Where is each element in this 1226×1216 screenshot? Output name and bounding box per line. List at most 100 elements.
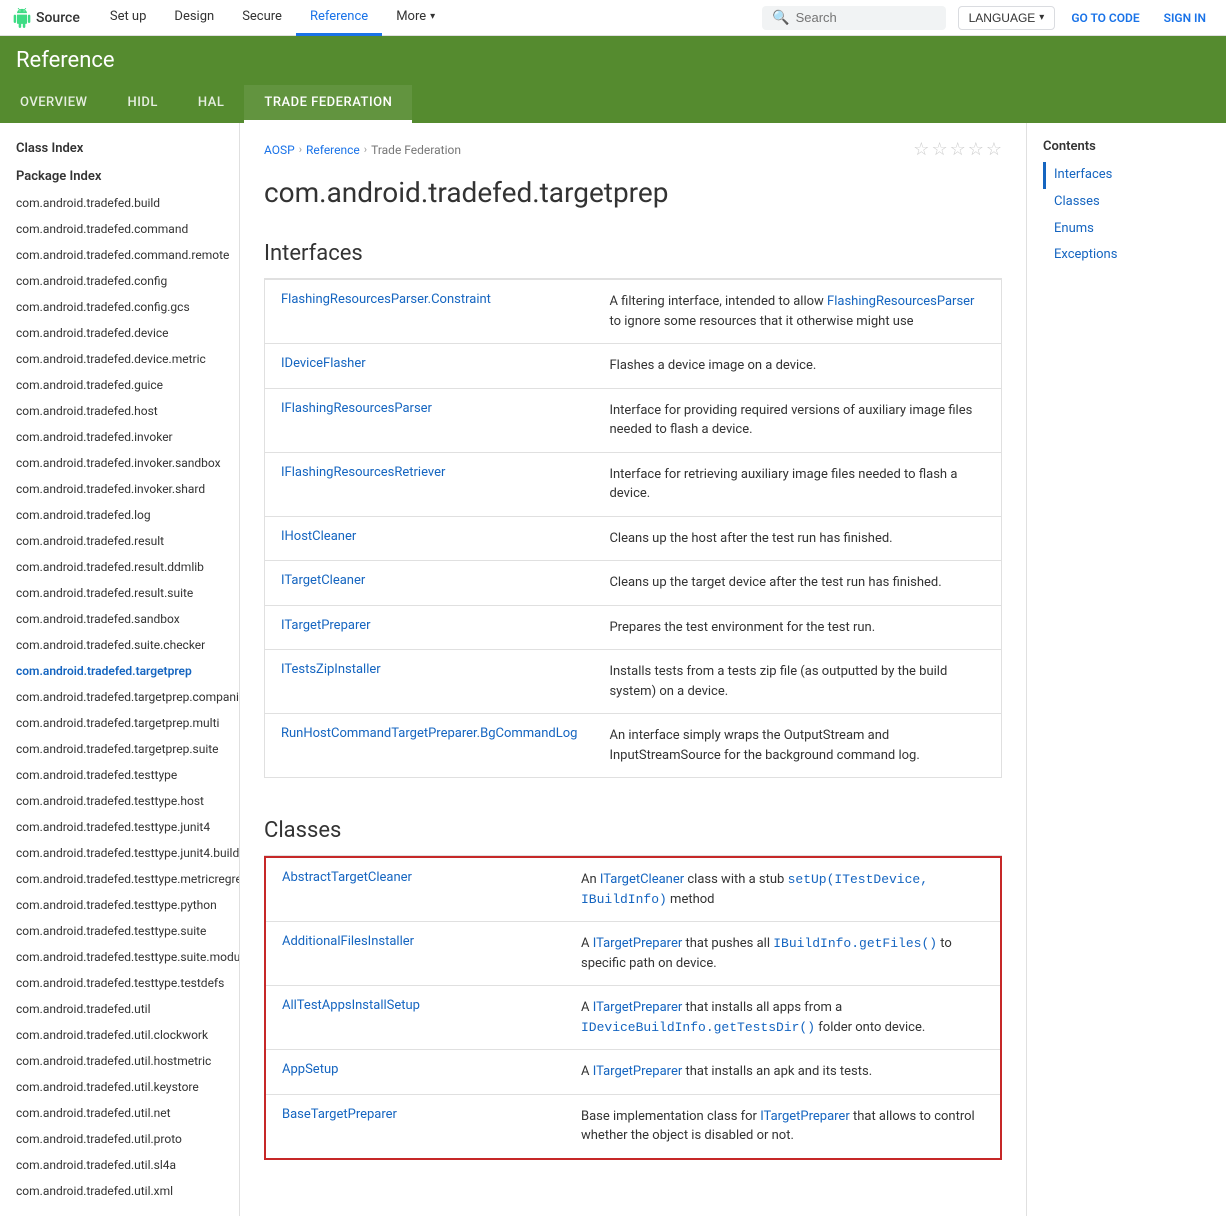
sidebar-item-11[interactable]: com.android.tradefed.invoker.shard: [0, 476, 239, 502]
sidebar-item-14[interactable]: com.android.tradefed.result.ddmlib: [0, 554, 239, 580]
class-desc-1: A ITargetPreparer that pushes all IBuild…: [565, 922, 1001, 986]
class-desc-itargetpreparer-4[interactable]: ITargetPreparer: [760, 1109, 850, 1124]
class-desc-getfiles[interactable]: IBuildInfo.getFiles(): [773, 936, 937, 951]
interface-link-5[interactable]: ITargetCleaner: [281, 573, 365, 588]
sidebar-item-3[interactable]: com.android.tradefed.config: [0, 268, 239, 294]
sidebar-item-4[interactable]: com.android.tradefed.config.gcs: [0, 294, 239, 320]
interface-link-0[interactable]: FlashingResourcesParser.Constraint: [281, 292, 491, 307]
sidebar-item-0[interactable]: com.android.tradefed.build: [0, 190, 239, 216]
class-desc-itargetpreparer-1[interactable]: ITargetPreparer: [593, 936, 683, 951]
sidebar-item-29[interactable]: com.android.tradefed.testtype.testdefs: [0, 970, 239, 996]
sidebar-item-13[interactable]: com.android.tradefed.result: [0, 528, 239, 554]
sidebar-item-22[interactable]: com.android.tradefed.testtype.host: [0, 788, 239, 814]
sidebar-item-33[interactable]: com.android.tradefed.util.keystore: [0, 1074, 239, 1100]
sign-in-button[interactable]: SIGN IN: [1156, 11, 1214, 25]
sidebar-item-8[interactable]: com.android.tradefed.host: [0, 398, 239, 424]
table-row: AllTestAppsInstallSetup A ITargetPrepare…: [265, 986, 1001, 1050]
sidebar-item-20[interactable]: com.android.tradefed.targetprep.suite: [0, 736, 239, 762]
class-link-1[interactable]: AdditionalFilesInstaller: [282, 934, 414, 949]
classes-heading: Classes: [264, 802, 1002, 856]
sidebar-item-23[interactable]: com.android.tradefed.testtype.junit4: [0, 814, 239, 840]
class-desc-itargetcleaner[interactable]: ITargetCleaner: [600, 872, 684, 887]
sidebar: Class Index Package Index com.android.tr…: [0, 123, 240, 1216]
class-desc-itargetpreparer-3[interactable]: ITargetPreparer: [593, 1064, 683, 1079]
nav-setup[interactable]: Set up: [96, 0, 161, 36]
contents-enums[interactable]: Enums: [1043, 216, 1226, 243]
interface-desc-4: Cleans up the host after the test run ha…: [593, 516, 1001, 561]
nav-reference[interactable]: Reference: [296, 0, 382, 36]
sidebar-item-2[interactable]: com.android.tradefed.command.remote: [0, 242, 239, 268]
go-to-code-button[interactable]: GO TO CODE: [1063, 11, 1147, 25]
sidebar-item-7[interactable]: com.android.tradefed.guice: [0, 372, 239, 398]
star-4[interactable]: ☆: [968, 139, 984, 160]
tab-trade-federation[interactable]: TRADE FEDERATION: [244, 85, 412, 123]
search-input[interactable]: [796, 10, 936, 25]
sidebar-item-targetprep[interactable]: com.android.tradefed.targetprep: [0, 658, 239, 684]
interface-link-3[interactable]: IFlashingResourcesRetriever: [281, 465, 445, 480]
class-link-2[interactable]: AllTestAppsInstallSetup: [282, 998, 420, 1013]
star-1[interactable]: ☆: [913, 139, 929, 160]
class-link-3[interactable]: AppSetup: [282, 1062, 338, 1077]
interface-link-4[interactable]: IHostCleaner: [281, 529, 356, 544]
breadcrumb-reference[interactable]: Reference: [306, 143, 360, 157]
sidebar-item-10[interactable]: com.android.tradefed.invoker.sandbox: [0, 450, 239, 476]
interface-link-7[interactable]: ITestsZipInstaller: [281, 662, 381, 677]
sidebar-item-5[interactable]: com.android.tradefed.device: [0, 320, 239, 346]
sidebar-item-34[interactable]: com.android.tradefed.util.net: [0, 1100, 239, 1126]
sidebar-item-16[interactable]: com.android.tradefed.sandbox: [0, 606, 239, 632]
nav-design[interactable]: Design: [160, 0, 228, 36]
nav-secure[interactable]: Secure: [228, 0, 296, 36]
sidebar-item-32[interactable]: com.android.tradefed.util.hostmetric: [0, 1048, 239, 1074]
interface-link-8[interactable]: RunHostCommandTargetPreparer.BgCommandLo…: [281, 726, 577, 741]
sidebar-item-18[interactable]: com.android.tradefed.targetprep.companio…: [0, 684, 239, 710]
breadcrumb-sep-1: ›: [299, 143, 302, 156]
sidebar-item-35[interactable]: com.android.tradefed.util.proto: [0, 1126, 239, 1152]
class-link-4[interactable]: BaseTargetPreparer: [282, 1107, 397, 1122]
interface-desc-link-0[interactable]: FlashingResourcesParser: [827, 294, 974, 309]
sidebar-item-31[interactable]: com.android.tradefed.util.clockwork: [0, 1022, 239, 1048]
class-desc-gettestsdir[interactable]: IDeviceBuildInfo.getTestsDir(): [581, 1020, 815, 1035]
sidebar-item-17[interactable]: com.android.tradefed.suite.checker: [0, 632, 239, 658]
sidebar-class-index[interactable]: Class Index: [0, 135, 239, 163]
contents-interfaces[interactable]: Interfaces: [1043, 162, 1226, 189]
language-button[interactable]: LANGUAGE ▾: [958, 6, 1056, 30]
sidebar-item-25[interactable]: com.android.tradefed.testtype.metricregr…: [0, 866, 239, 892]
sidebar-item-27[interactable]: com.android.tradefed.testtype.suite: [0, 918, 239, 944]
class-link-0[interactable]: AbstractTargetCleaner: [282, 870, 412, 885]
nav-more[interactable]: More ▾: [382, 0, 449, 36]
sidebar-item-28[interactable]: com.android.tradefed.testtype.suite.modu…: [0, 944, 239, 970]
sidebar-package-index[interactable]: Package Index: [0, 163, 239, 191]
tab-overview[interactable]: OVERVIEW: [0, 85, 107, 123]
logo-link[interactable]: Source: [12, 8, 80, 28]
sidebar-item-6[interactable]: com.android.tradefed.device.metric: [0, 346, 239, 372]
interface-link-6[interactable]: ITargetPreparer: [281, 618, 371, 633]
sidebar-item-24[interactable]: com.android.tradefed.testtype.junit4.bui…: [0, 840, 239, 866]
star-2[interactable]: ☆: [931, 139, 947, 160]
class-desc-itargetpreparer-2[interactable]: ITargetPreparer: [593, 1000, 683, 1015]
sidebar-item-1[interactable]: com.android.tradefed.command: [0, 216, 239, 242]
breadcrumb-aosp[interactable]: AOSP: [264, 143, 295, 157]
classes-table: AbstractTargetCleaner An ITargetCleaner …: [264, 856, 1002, 1160]
interfaces-table: FlashingResourcesParser.Constraint A fil…: [264, 279, 1002, 778]
star-3[interactable]: ☆: [950, 139, 966, 160]
sidebar-item-26[interactable]: com.android.tradefed.testtype.python: [0, 892, 239, 918]
sidebar-item-37[interactable]: com.android.tradefed.util.xml: [0, 1178, 239, 1204]
sidebar-item-9[interactable]: com.android.tradefed.invoker: [0, 424, 239, 450]
table-row: IFlashingResourcesRetriever Interface fo…: [265, 452, 1002, 516]
tab-hidl[interactable]: HIDL: [107, 85, 177, 123]
contents-exceptions[interactable]: Exceptions: [1043, 242, 1226, 269]
tab-bar: OVERVIEW HIDL HAL TRADE FEDERATION: [0, 85, 1226, 123]
sidebar-item-30[interactable]: com.android.tradefed.util: [0, 996, 239, 1022]
chevron-down-icon: ▾: [430, 11, 435, 22]
interface-link-2[interactable]: IFlashingResourcesParser: [281, 401, 432, 416]
sidebar-item-36[interactable]: com.android.tradefed.util.sl4a: [0, 1152, 239, 1178]
interface-link-1[interactable]: IDeviceFlasher: [281, 356, 366, 371]
star-5[interactable]: ☆: [986, 139, 1002, 160]
sidebar-item-19[interactable]: com.android.tradefed.targetprep.multi: [0, 710, 239, 736]
sidebar-item-15[interactable]: com.android.tradefed.result.suite: [0, 580, 239, 606]
search-box: 🔍: [762, 6, 945, 30]
tab-hal[interactable]: HAL: [178, 85, 244, 123]
sidebar-item-21[interactable]: com.android.tradefed.testtype: [0, 762, 239, 788]
contents-classes[interactable]: Classes: [1043, 189, 1226, 216]
sidebar-item-12[interactable]: com.android.tradefed.log: [0, 502, 239, 528]
